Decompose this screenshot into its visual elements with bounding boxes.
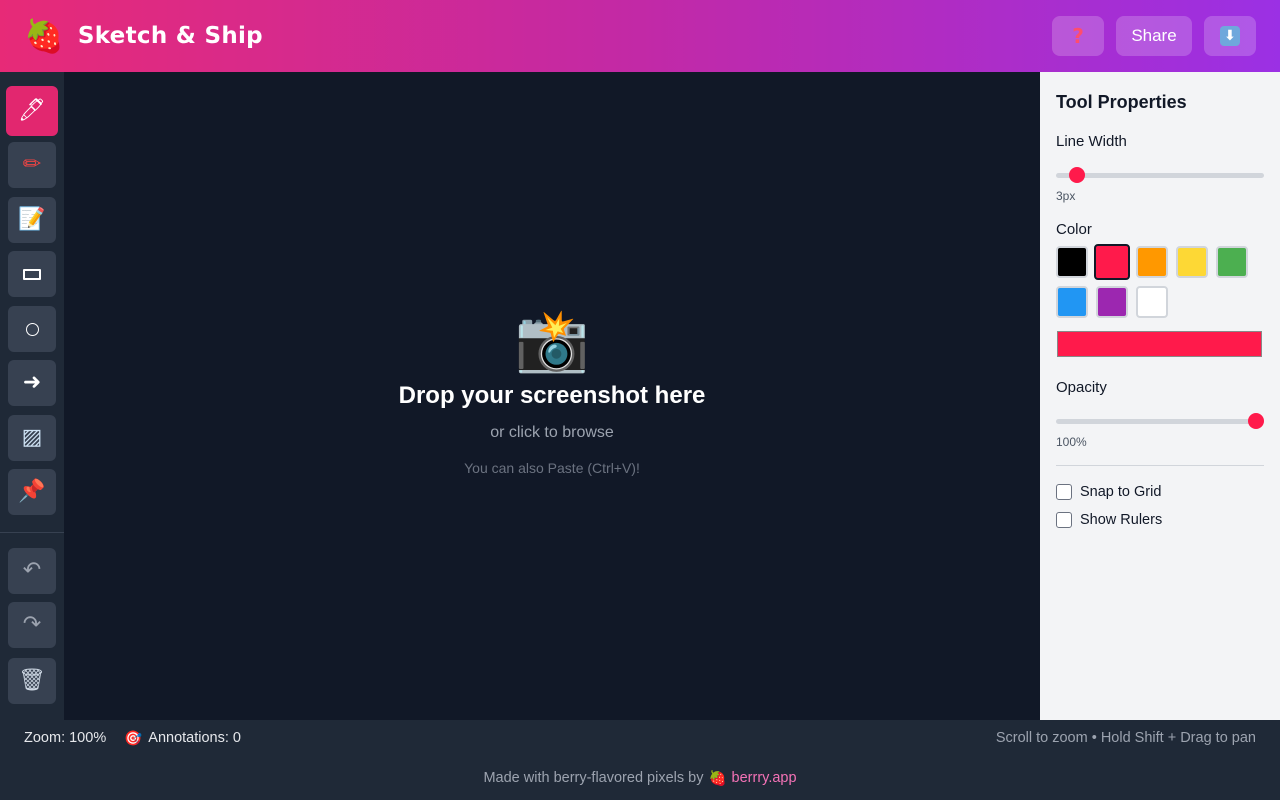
footer-text: Made with berry-flavored pixels by (483, 770, 704, 786)
annotations-count: Annotations: 0 (148, 730, 241, 746)
line-width-slider[interactable] (1056, 165, 1264, 185)
berrry-link[interactable]: berrry.app (732, 770, 797, 786)
line-width-label: Line Width (1056, 133, 1127, 150)
snap-to-grid-label: Snap to Grid (1080, 484, 1162, 500)
arrow-tool-button[interactable]: ➜ (8, 360, 56, 406)
download-button[interactable]: ⬇ (1204, 16, 1256, 56)
target-icon: 🎯 (124, 730, 143, 747)
pencil-tool-button[interactable]: ✏ (8, 142, 56, 188)
strawberry-icon: 🍓 (24, 17, 64, 55)
drop-zone[interactable]: 📸 Drop your screenshot here or click to … (64, 72, 1040, 720)
redo-icon: ↷ (22, 612, 42, 637)
text-tool-button[interactable]: 📝 (8, 197, 56, 243)
color-label: Color (1056, 221, 1092, 238)
undo-button[interactable]: ↶ (8, 548, 56, 594)
color-swatch[interactable] (1056, 246, 1088, 278)
annotations-counter: 🎯 Annotations: 0 (124, 730, 241, 747)
rectangle-tool-button[interactable] (8, 251, 56, 297)
opacity-track (1056, 419, 1264, 424)
drop-prompt: 📸 Drop your screenshot here or click to … (64, 308, 1040, 476)
app-title: Sketch & Ship (77, 23, 263, 49)
header-actions: ? Share ⬇ (1052, 16, 1256, 56)
share-button[interactable]: Share (1116, 16, 1192, 56)
circle-tool-button[interactable] (8, 306, 56, 352)
status-bar: Zoom: 100% 🎯 Annotations: 0 Scroll to zo… (0, 720, 1280, 756)
color-swatch[interactable] (1176, 246, 1208, 278)
opacity-value: 100% (1056, 435, 1087, 449)
line-width-thumb[interactable] (1069, 167, 1086, 183)
zoom-indicator: Zoom: 100% (24, 730, 107, 746)
pen-icon: 🖊 (18, 98, 46, 123)
undo-icon: ↶ (22, 558, 42, 583)
tool-properties-panel: Tool Properties Line Width 3px Color Opa… (1040, 72, 1280, 720)
blur-icon: ▨ (21, 425, 43, 450)
navigation-hint: Scroll to zoom • Hold Shift + Drag to pa… (995, 730, 1256, 746)
color-swatch[interactable] (1136, 286, 1168, 318)
color-swatch[interactable] (1216, 246, 1248, 278)
trash-icon: 🗑 (18, 668, 46, 693)
color-swatch[interactable] (1136, 246, 1168, 278)
pushpin-icon: 📌 (18, 479, 46, 504)
arrow-icon: ➜ (22, 370, 42, 395)
snap-to-grid-checkbox[interactable] (1056, 484, 1072, 500)
circle-icon (25, 322, 39, 336)
delete-button[interactable]: 🗑 (8, 658, 56, 704)
rectangle-icon (23, 268, 41, 280)
pen-tool-button[interactable]: 🖊 (6, 86, 58, 136)
color-swatch[interactable] (1096, 286, 1128, 318)
help-button[interactable]: ? (1052, 16, 1104, 56)
line-width-track (1056, 173, 1264, 178)
pin-tool-button[interactable]: 📌 (8, 469, 56, 515)
question-icon: ? (1072, 24, 1084, 48)
redo-button[interactable]: ↷ (8, 602, 56, 648)
show-rulers-checkbox[interactable] (1056, 512, 1072, 528)
footer: Made with berry-flavored pixels by 🍓 ber… (0, 756, 1280, 800)
color-swatch[interactable] (1056, 286, 1088, 318)
pencil-icon: ✏ (22, 152, 42, 177)
app-header: 🍓 Sketch & Ship ? Share ⬇ (0, 0, 1280, 72)
show-rulers-option[interactable]: Show Rulers (1056, 512, 1162, 528)
download-icon: ⬇ (1220, 26, 1240, 46)
line-width-value: 3px (1056, 189, 1076, 203)
drop-title: Drop your screenshot here (398, 382, 706, 409)
opacity-label: Opacity (1056, 379, 1107, 396)
panel-divider (1056, 465, 1264, 466)
drop-subtitle: or click to browse (490, 424, 614, 441)
show-rulers-label: Show Rulers (1080, 512, 1163, 528)
color-swatch[interactable] (1094, 244, 1130, 280)
tool-sidebar: 🖊 ✏ 📝 ➜ ▨ 📌 ↶ ↷ 🗑 (0, 72, 64, 720)
opacity-slider[interactable] (1056, 411, 1264, 431)
blur-tool-button[interactable]: ▨ (8, 415, 56, 461)
opacity-thumb[interactable] (1248, 413, 1264, 429)
memo-icon: 📝 (18, 207, 46, 232)
camera-flash-icon: 📸 (514, 306, 590, 376)
panel-title: Tool Properties (1056, 92, 1187, 112)
custom-color-picker[interactable] (1057, 331, 1262, 357)
paste-hint: You can also Paste (Ctrl+V)! (464, 460, 640, 476)
toolbar-divider (0, 532, 64, 533)
snap-to-grid-option[interactable]: Snap to Grid (1056, 484, 1161, 500)
strawberry-icon: 🍓 (708, 770, 727, 787)
